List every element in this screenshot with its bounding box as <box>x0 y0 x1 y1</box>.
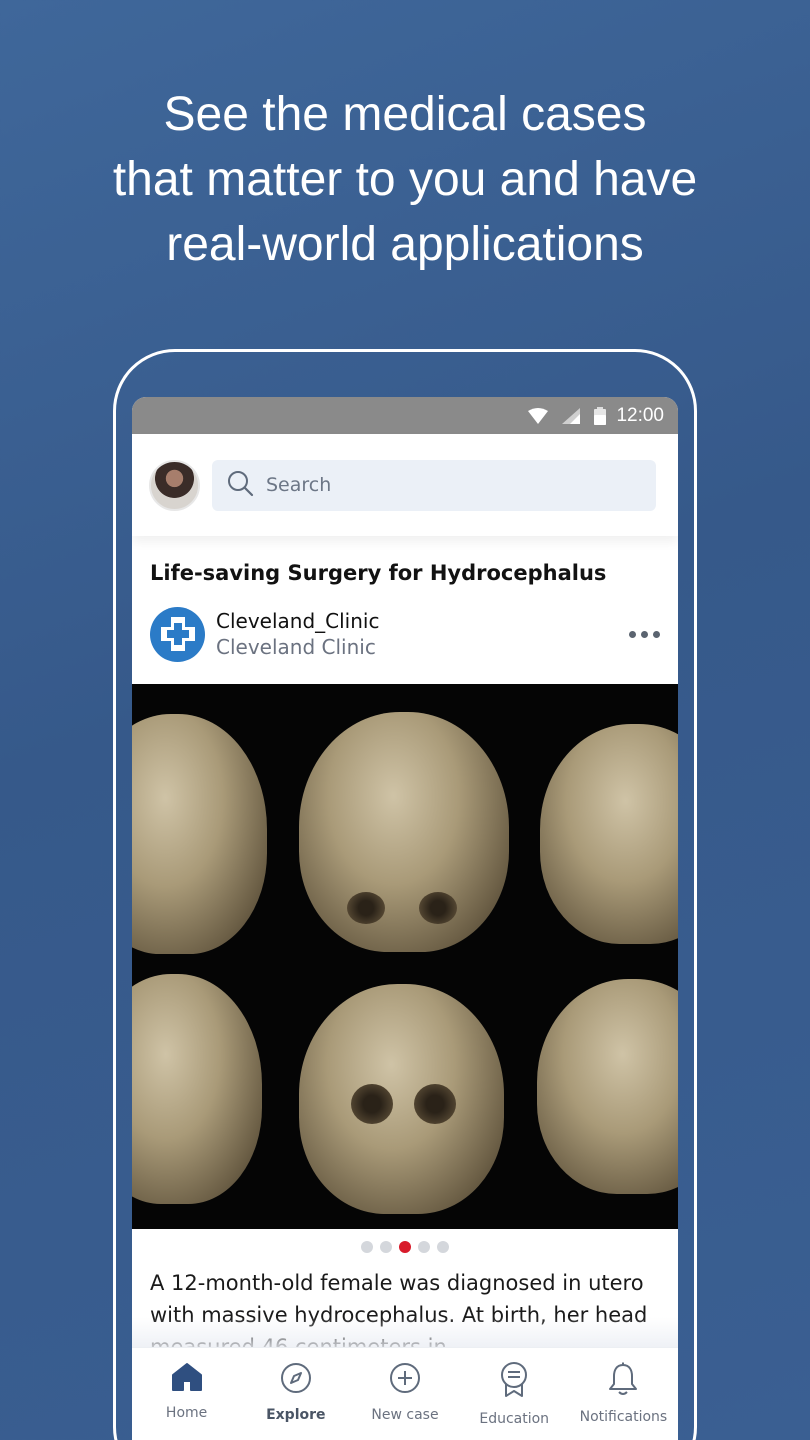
more-options-icon[interactable] <box>629 630 660 638</box>
wifi-icon <box>528 407 549 424</box>
skull-image-3 <box>540 724 678 944</box>
tab-notifications-label: Notifications <box>579 1409 668 1425</box>
author-handle: Cleveland_Clinic <box>216 609 380 633</box>
skull-image-5 <box>299 984 504 1214</box>
top-bar: Search <box>132 434 678 536</box>
skull-image-1 <box>132 714 267 954</box>
tab-home-label: Home <box>165 1405 208 1421</box>
search-icon <box>226 469 254 502</box>
tab-explore[interactable]: Explore <box>241 1348 350 1440</box>
author-name: Cleveland Clinic <box>216 635 376 659</box>
plus-circle-icon <box>389 1362 421 1399</box>
carousel-dot[interactable] <box>437 1241 449 1253</box>
carousel-dot[interactable] <box>399 1241 411 1253</box>
carousel-dot[interactable] <box>361 1241 373 1253</box>
carousel-dot[interactable] <box>380 1241 392 1253</box>
battery-icon <box>594 406 607 425</box>
author-text: Cleveland_Clinic Cleveland Clinic <box>216 609 629 659</box>
signal-icon <box>562 407 581 424</box>
headline: See the medical cases that matter to you… <box>0 82 810 277</box>
tab-new-case[interactable]: New case <box>350 1348 459 1440</box>
tab-new-case-label: New case <box>371 1407 439 1423</box>
tab-home[interactable]: Home <box>132 1348 241 1440</box>
skull-image-6 <box>537 979 678 1194</box>
compass-icon <box>280 1362 312 1399</box>
tab-education-label: Education <box>479 1411 550 1427</box>
bottom-tab-bar: Home Explore New case Education Notifica… <box>132 1347 678 1440</box>
headline-line-2: that matter to you and have <box>112 153 698 206</box>
post-title[interactable]: Life-saving Surgery for Hydrocephalus <box>132 536 678 585</box>
carousel-dot[interactable] <box>418 1241 430 1253</box>
post-author[interactable]: Cleveland_Clinic Cleveland Clinic <box>132 585 678 663</box>
status-bar: 12:00 <box>132 397 678 434</box>
home-icon <box>171 1362 203 1397</box>
bell-icon <box>608 1362 638 1401</box>
carousel-indicator <box>132 1241 678 1253</box>
post-image[interactable] <box>132 684 678 1229</box>
search-placeholder: Search <box>266 474 332 496</box>
skull-image-2 <box>299 712 509 952</box>
avatar[interactable] <box>149 459 200 511</box>
organization-logo <box>150 606 205 662</box>
phone-screen: 12:00 Search Life-saving Surgery for Hyd… <box>132 397 678 1440</box>
award-icon <box>500 1362 528 1403</box>
headline-line-1: See the medical cases <box>163 88 647 141</box>
headline-line-3: real-world applications <box>166 218 644 271</box>
status-time: 12:00 <box>616 404 664 426</box>
tab-notifications[interactable]: Notifications <box>569 1348 678 1440</box>
skull-image-4 <box>132 974 262 1204</box>
tab-education[interactable]: Education <box>460 1348 569 1440</box>
tab-explore-label: Explore <box>266 1407 326 1423</box>
search-input[interactable]: Search <box>212 459 656 511</box>
